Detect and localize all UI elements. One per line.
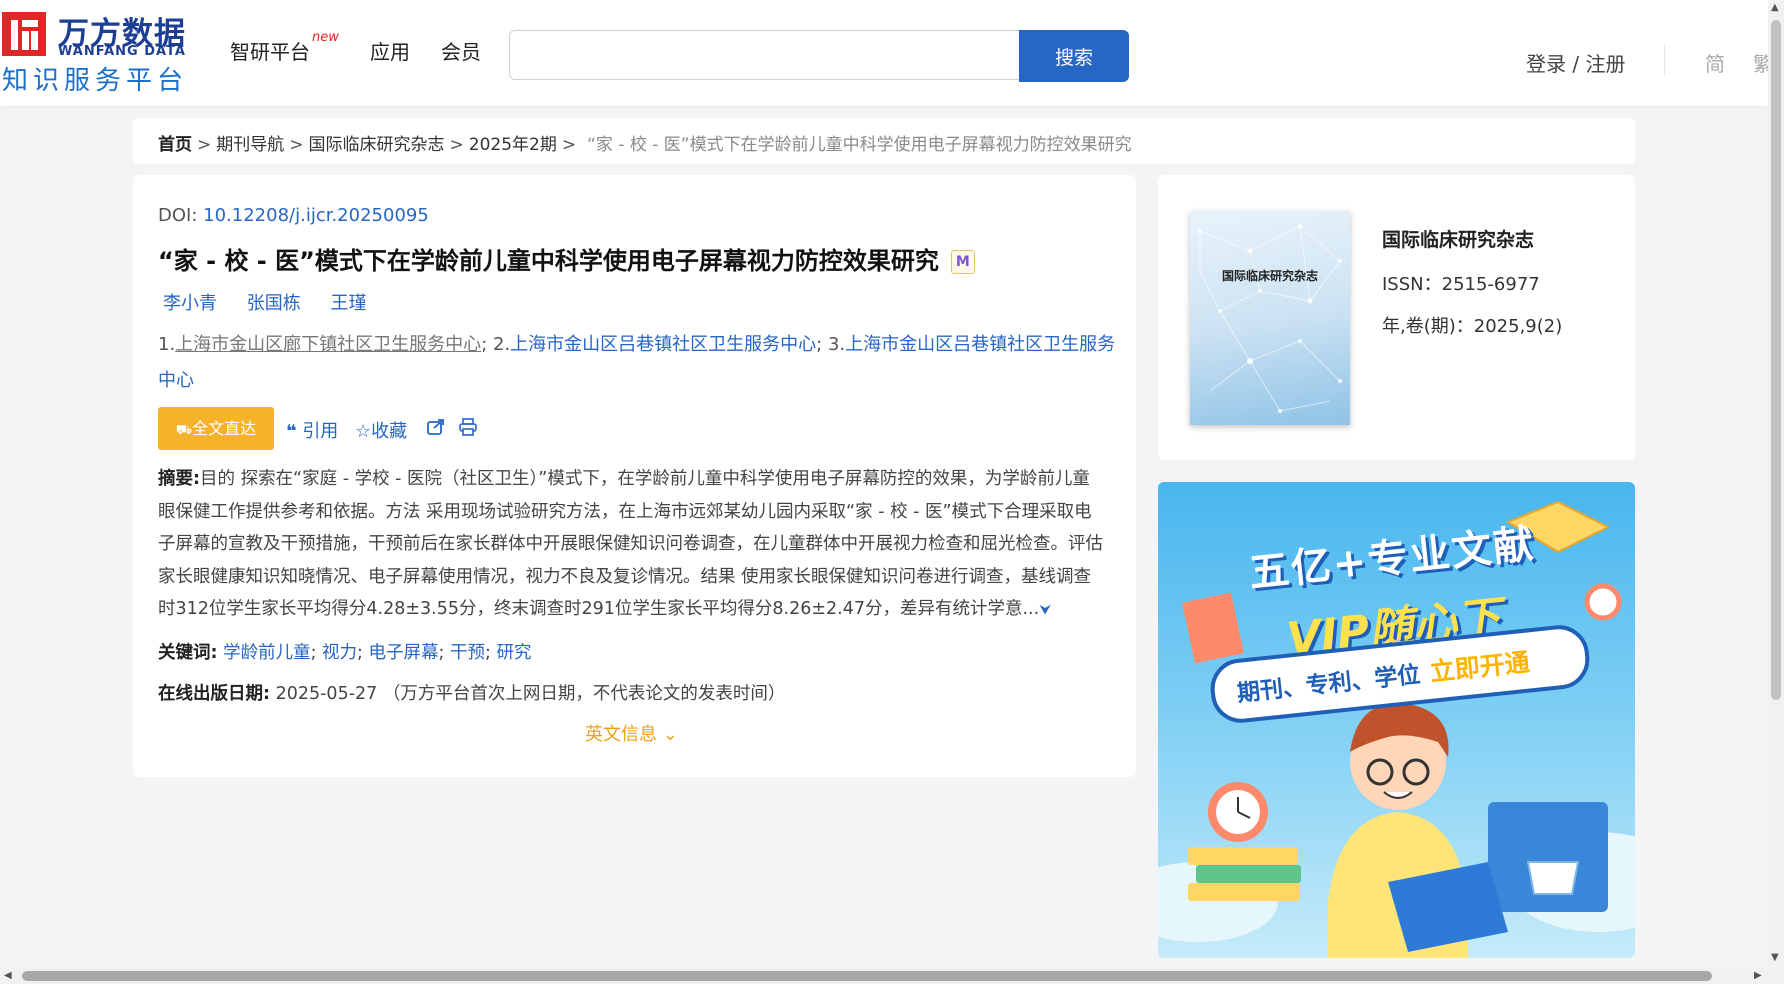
share-icon [427, 419, 444, 435]
favorite-label: 收藏 [371, 421, 408, 442]
expand-chevron-icon[interactable]: ⮟ [1039, 602, 1051, 618]
cover-network-pattern [1198, 224, 1342, 413]
journal-cover[interactable]: 国际临床研究杂志 [1190, 211, 1350, 425]
pubdate-value: 2025-05-27 [275, 684, 378, 704]
nav-item-zhiyan[interactable]: 智研平台 new [230, 30, 339, 65]
english-info-label: 英文信息 [585, 724, 657, 745]
author-list: 李小青 张国栋 王瑾 [163, 289, 390, 315]
top-header: 万方数据 WANFANG DATA 知识服务平台 智研平台 new 应用 会员 … [0, 0, 1773, 106]
breadcrumb-separator: > [289, 135, 304, 155]
breadcrumb-issue[interactable]: 2025年2期 [469, 135, 557, 155]
login-register-link[interactable]: 登录 / 注册 [1526, 48, 1625, 77]
article-actions: ⛟全文直达 ❝ 引用 ☆收藏 [158, 407, 758, 451]
abstract: 摘要:目的 探索在“家庭 - 学校 - 医院（社区卫生）”模式下，在学龄前儿童中… [158, 463, 1103, 627]
print-button[interactable] [458, 417, 478, 439]
chevron-down-icon: ⌄ [662, 724, 678, 745]
logo-subtitle: 知识服务平台 [2, 66, 189, 96]
vertical-scrollbar[interactable]: ▲ ▼ [1768, 0, 1784, 968]
nav-item-member[interactable]: 会员 [441, 36, 481, 65]
journal-volume: 年,卷(期)：2025,9(2) [1382, 316, 1563, 337]
affiliation-index: 2. [492, 334, 511, 355]
affiliation-index: 3. [827, 334, 846, 355]
fulltext-button[interactable]: ⛟全文直达 [158, 407, 274, 450]
publish-date: 在线出版日期: 2025-05-27 （万方平台首次上网日期，不代表论文的发表时… [158, 680, 785, 705]
cover-title: 国际临床研究杂志 [1221, 269, 1318, 283]
truck-icon: ⛟ [175, 423, 193, 438]
breadcrumb-journal[interactable]: 国际临床研究杂志 [309, 135, 445, 155]
journal-issn: ISSN：2515-6977 [1382, 274, 1540, 295]
breadcrumb-separator: > [197, 135, 212, 155]
scroll-up-icon[interactable]: ▲ [1771, 2, 1779, 13]
cite-button[interactable]: ❝ 引用 [286, 417, 338, 443]
doi-line: DOI: 10.12208/j.ijcr.20250095 [158, 205, 429, 226]
favorite-button[interactable]: ☆收藏 [355, 417, 407, 443]
scroll-left-icon[interactable]: ◀ [4, 970, 12, 981]
affiliation-list: 1.上海市金山区廊下镇社区卫生服务中心; 2.上海市金山区吕巷镇社区卫生服务中心… [158, 334, 1116, 391]
article-card: DOI: 10.12208/j.ijcr.20250095 “家 - 校 - 医… [133, 175, 1136, 777]
logo-en-text: WANFANG DATA [58, 44, 186, 59]
nav-item-apps[interactable]: 应用 [370, 36, 410, 65]
keyword-link[interactable]: 干预 [450, 643, 485, 663]
star-icon: ☆ [355, 421, 372, 442]
author-link[interactable]: 张国栋 [247, 293, 301, 314]
breadcrumb: 首页 > 期刊导航 > 国际临床研究杂志 >2025年2期 > “家 - 校 - 医”模式下在… [133, 118, 1635, 164]
author-link[interactable]: 王瑾 [330, 293, 366, 314]
pubdate-note: （万方平台首次上网日期，不代表论文的发表时间） [382, 684, 786, 704]
search-input[interactable] [509, 30, 1019, 80]
keyword-link[interactable]: 研究 [496, 643, 531, 663]
mendeley-icon[interactable]: M [950, 250, 975, 274]
keywords-label: 关键词: [158, 643, 218, 663]
search-button[interactable]: 搜索 [1019, 30, 1129, 82]
abstract-text: 目的 探索在“家庭 - 学校 - 医院（社区卫生）”模式下，在学龄前儿童中科学使… [158, 469, 1103, 619]
doi-label: DOI: [158, 205, 198, 226]
nav-item-label: 应用 [370, 40, 410, 64]
breadcrumb-separator: > [449, 135, 464, 155]
journal-card: 国际临床研究杂志 国际临床研究杂志 ISSN：2515-6977 年,卷(期)：… [1158, 175, 1635, 460]
horizontal-scroll-thumb[interactable] [22, 971, 1712, 981]
affiliation-index: 1. [158, 334, 176, 355]
scroll-right-icon[interactable]: ▶ [1754, 970, 1762, 981]
breadcrumb-current: “家 - 校 - 医”模式下在学龄前儿童中科学使用电子屏幕视力防控效果研究 [587, 135, 1132, 155]
wanfang-logo[interactable]: 万方数据 WANFANG DATA 知识服务平台 [0, 8, 200, 96]
share-button[interactable] [426, 417, 446, 439]
nav-item-label: 会员 [441, 40, 481, 64]
journal-name[interactable]: 国际临床研究杂志 [1382, 225, 1534, 252]
breadcrumb-home[interactable]: 首页 [158, 135, 192, 155]
vip-ad-banner[interactable]: 五亿+专业文献 VIP随心下 期刊、专利、学位 立即开通 [1158, 482, 1635, 958]
keyword-link[interactable]: 学龄前儿童 [223, 643, 311, 663]
pubdate-label: 在线出版日期: [158, 684, 270, 704]
lang-simplified[interactable]: 简 [1705, 48, 1725, 77]
vertical-scroll-thumb[interactable] [1771, 20, 1781, 700]
english-info-toggle[interactable]: 英文信息 ⌄ [585, 720, 678, 746]
ad-cta-label: 期刊、专利、学位 [1235, 661, 1422, 708]
article-title-text: “家 - 校 - 医”模式下在学龄前儿童中科学使用电子屏幕视力防控效果研究 [158, 247, 939, 275]
affiliation-link[interactable]: 上海市金山区廊下镇社区卫生服务中心 [175, 334, 481, 355]
article-title: “家 - 校 - 医”模式下在学龄前儿童中科学使用电子屏幕视力防控效果研究 M [158, 241, 975, 276]
breadcrumb-journal-nav[interactable]: 期刊导航 [216, 135, 284, 155]
keywords: 关键词: 学龄前儿童; 视力; 电子屏幕; 干预; 研究 [158, 643, 532, 663]
keyword-link[interactable]: 视力 [322, 643, 357, 663]
scroll-down-icon[interactable]: ▼ [1771, 952, 1779, 963]
new-badge: new [312, 30, 339, 45]
header-divider [1664, 44, 1665, 76]
horizontal-scrollbar[interactable]: ◀ ▶ [0, 968, 1784, 984]
printer-icon [459, 418, 477, 436]
logo-mark-icon [2, 12, 46, 56]
quote-icon: ❝ [286, 421, 297, 442]
doi-link[interactable]: 10.12208/j.ijcr.20250095 [203, 205, 429, 226]
cite-label: 引用 [302, 421, 339, 442]
author-link[interactable]: 李小青 [163, 293, 217, 314]
nav-item-label: 智研平台 [230, 40, 310, 64]
affiliation-link[interactable]: 上海市金山区吕巷镇社区卫生服务中心 [510, 334, 816, 355]
breadcrumb-separator: > [561, 135, 577, 155]
abstract-label: 摘要: [158, 469, 200, 489]
fulltext-label: 全文直达 [192, 419, 257, 438]
search-bar: 搜索 [509, 30, 1129, 82]
keyword-link[interactable]: 电子屏幕 [369, 643, 439, 663]
ad-cta-highlight: 立即开通 [1428, 647, 1531, 687]
